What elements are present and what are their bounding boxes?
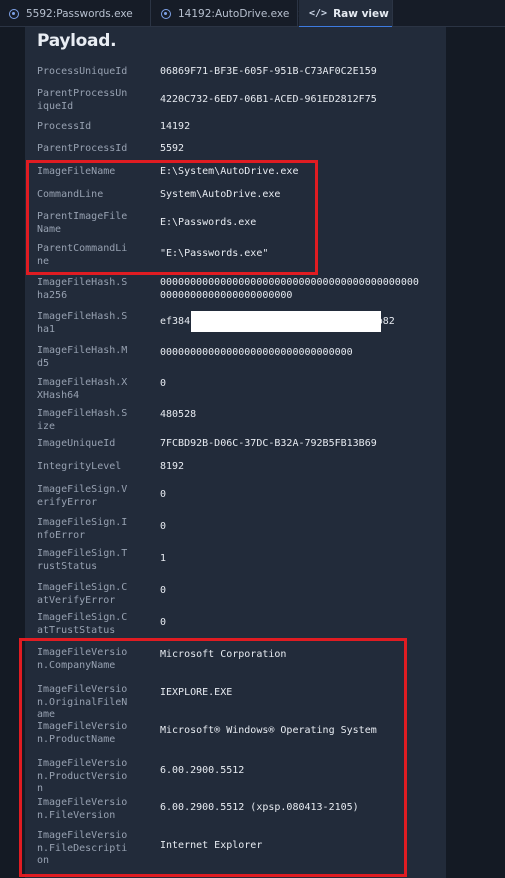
field-key: ProcessId <box>37 121 92 132</box>
field-key: ImageFileVersio n.OriginalFileN ame <box>37 684 128 720</box>
code-icon: </> <box>309 8 328 19</box>
field-value: 4220C732-6ED7-06B1-ACED-961ED2812F75 <box>160 94 377 105</box>
redaction-block <box>191 311 381 332</box>
field-value: 6.00.2900.5512 <box>160 765 245 776</box>
field-key: ParentProcessId <box>37 143 128 154</box>
field-value: 0000000000000000000000000000000000000000… <box>160 277 419 301</box>
field-key: ImageFileHash.S ha256 <box>37 277 128 301</box>
field-value: IEXPLORE.EXE <box>160 687 233 698</box>
tab-raw-view[interactable]: </> Raw view <box>299 0 393 28</box>
field-key: ImageFileHash.X XHash64 <box>37 377 128 401</box>
tab-autodrive-exe[interactable]: 14192:AutoDrive.exe × <box>152 0 307 27</box>
field-value: 0 <box>160 617 167 628</box>
field-key: ImageUniqueId <box>37 438 116 449</box>
field-value: Microsoft Corporation <box>160 649 287 660</box>
field-key: ImageFileSign.C atVerifyError <box>37 582 128 606</box>
field-key: ImageFileSign.I nfoError <box>37 517 128 541</box>
field-value: "E:\Passwords.exe" <box>160 248 269 259</box>
field-key: ProcessUniqueId <box>37 66 128 77</box>
field-value: 14192 <box>160 121 191 132</box>
field-key: ImageFileHash.S ize <box>37 408 128 432</box>
field-key: IntegrityLevel <box>37 461 122 472</box>
field-value: 480528 <box>160 409 197 420</box>
field-key: ParentImageFile Name <box>37 211 128 235</box>
field-key: ImageFileVersio n.FileDescripti on <box>37 830 128 866</box>
field-value: 7FCBD92B-D06C-37DC-B32A-792B5FB13B69 <box>160 438 377 449</box>
field-value: 00000000000000000000000000000000 <box>160 347 353 358</box>
field-value: E:\Passwords.exe <box>160 217 257 228</box>
field-key: ImageFileVersio n.FileVersion <box>37 797 128 821</box>
field-key: ImageFileName <box>37 166 116 177</box>
field-key: ImageFileSign.V erifyError <box>37 484 128 508</box>
field-value: System\AutoDrive.exe <box>160 189 281 200</box>
tab-label: Raw view <box>333 7 389 20</box>
tab-label: 14192:AutoDrive.exe <box>178 7 290 20</box>
process-icon <box>161 8 171 19</box>
field-value: 06869F71-BF3E-605F-951B-C73AF0C2E159 <box>160 66 377 77</box>
field-key: ParentProcessUn iqueId <box>37 88 128 112</box>
field-value: 5592 <box>160 143 185 154</box>
field-key: ImageFileSign.C atTrustStatus <box>37 612 128 636</box>
field-value: 0 <box>160 585 167 596</box>
tab-passwords-exe[interactable]: 5592:Passwords.exe <box>0 0 151 27</box>
field-key: CommandLine <box>37 189 104 200</box>
field-value: Internet Explorer <box>160 840 263 851</box>
field-value: 0 <box>160 378 167 389</box>
field-key: ImageFileVersio n.ProductName <box>37 721 128 745</box>
right-gutter <box>446 27 505 878</box>
left-gutter <box>0 27 25 878</box>
field-key: ImageFileSign.T rustStatus <box>37 548 128 572</box>
field-value: 0 <box>160 489 167 500</box>
process-icon <box>9 8 19 19</box>
page-title: Payload. <box>37 31 117 51</box>
field-value: E:\System\AutoDrive.exe <box>160 166 299 177</box>
field-key: ImageFileHash.M d5 <box>37 345 128 369</box>
field-value: 0 <box>160 521 167 532</box>
field-key: ImageFileHash.S ha1 <box>37 311 128 335</box>
tab-label: 5592:Passwords.exe <box>26 7 133 20</box>
field-value: 6.00.2900.5512 (xpsp.080413-2105) <box>160 802 359 813</box>
field-value: 1 <box>160 553 167 564</box>
field-value: 8192 <box>160 461 185 472</box>
field-key: ImageFileVersio n.CompanyName <box>37 647 128 671</box>
tab-bar: 5592:Passwords.exe 14192:AutoDrive.exe ×… <box>0 0 505 28</box>
field-value: Microsoft® Windows® Operating System <box>160 725 377 736</box>
field-key: ImageFileVersio n.ProductVersio n <box>37 758 128 794</box>
field-key: ParentCommandLi ne <box>37 243 128 267</box>
